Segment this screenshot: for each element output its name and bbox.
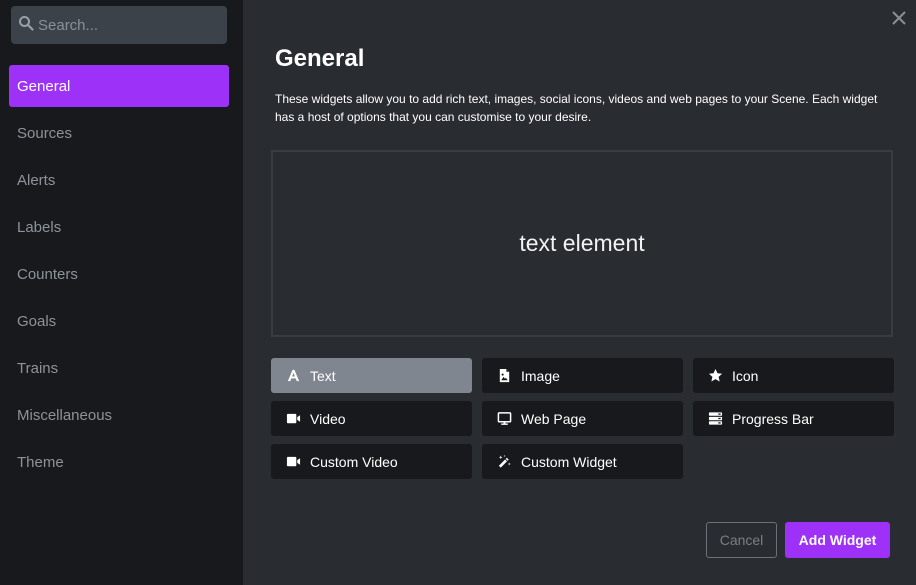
sidebar-item-alerts[interactable]: Alerts bbox=[9, 159, 229, 201]
sidebar-item-label: Counters bbox=[17, 265, 78, 283]
widget-label: Custom Video bbox=[310, 453, 398, 470]
widget-video-button[interactable]: Video bbox=[271, 401, 472, 436]
widget-label: Web Page bbox=[521, 410, 587, 427]
star-icon bbox=[707, 368, 723, 384]
sidebar-item-label: Theme bbox=[17, 453, 64, 471]
page-title: General bbox=[275, 45, 365, 72]
sidebar-item-label: Trains bbox=[17, 359, 59, 377]
sidebar-item-miscellaneous[interactable]: Miscellaneous bbox=[9, 394, 229, 436]
widget-custom-video-button[interactable]: Custom Video bbox=[271, 444, 472, 479]
widget-label: Video bbox=[310, 410, 346, 427]
file-image-icon bbox=[496, 368, 512, 384]
add-widget-button[interactable]: Add Widget bbox=[785, 522, 890, 558]
server-stack-icon bbox=[707, 411, 723, 427]
widget-label: Custom Widget bbox=[521, 453, 617, 470]
widget-custom-widget-button[interactable]: Custom Widget bbox=[482, 444, 683, 479]
sidebar-item-goals[interactable]: Goals bbox=[9, 300, 229, 342]
close-icon bbox=[892, 11, 906, 25]
sidebar-nav: General Sources Alerts Labels Counters G… bbox=[9, 65, 229, 488]
close-button[interactable] bbox=[890, 9, 908, 27]
widget-image-button[interactable]: Image bbox=[482, 358, 683, 393]
font-icon bbox=[285, 368, 301, 384]
page-description: These widgets allow you to add rich text… bbox=[275, 92, 878, 124]
video-camera-icon bbox=[285, 411, 301, 427]
widget-progress-bar-button[interactable]: Progress Bar bbox=[693, 401, 894, 436]
widget-icon-button[interactable]: Icon bbox=[693, 358, 894, 393]
monitor-icon bbox=[496, 411, 512, 427]
widget-text-button[interactable]: Text bbox=[271, 358, 472, 393]
search-input[interactable] bbox=[38, 16, 218, 34]
sidebar-item-trains[interactable]: Trains bbox=[9, 347, 229, 389]
sidebar-item-label: General bbox=[17, 77, 71, 95]
widget-grid: Text Image Icon Video Web Page Progress … bbox=[271, 358, 894, 479]
search-box[interactable] bbox=[11, 6, 227, 44]
sidebar-item-counters[interactable]: Counters bbox=[9, 253, 229, 295]
magic-wand-icon bbox=[496, 454, 512, 470]
sidebar-item-sources[interactable]: Sources bbox=[9, 112, 229, 154]
video-camera-icon bbox=[285, 454, 301, 470]
widget-label: Icon bbox=[732, 367, 759, 384]
widget-preview: text element bbox=[271, 150, 893, 337]
sidebar-item-theme[interactable]: Theme bbox=[9, 441, 229, 483]
sidebar-item-label: Alerts bbox=[17, 171, 56, 189]
sidebar: General Sources Alerts Labels Counters G… bbox=[0, 0, 243, 585]
sidebar-item-general[interactable]: General bbox=[9, 65, 229, 107]
search-icon bbox=[18, 15, 34, 36]
sidebar-item-labels[interactable]: Labels bbox=[9, 206, 229, 248]
cancel-button[interactable]: Cancel bbox=[706, 522, 777, 558]
widget-label: Image bbox=[521, 367, 560, 384]
widget-label: Progress Bar bbox=[732, 410, 814, 427]
preview-text: text element bbox=[519, 230, 645, 256]
sidebar-item-label: Goals bbox=[17, 312, 57, 330]
sidebar-item-label: Miscellaneous bbox=[17, 406, 113, 424]
sidebar-item-label: Sources bbox=[17, 124, 73, 142]
sidebar-item-label: Labels bbox=[17, 218, 62, 236]
widget-label: Text bbox=[310, 367, 336, 384]
widget-web-page-button[interactable]: Web Page bbox=[482, 401, 683, 436]
